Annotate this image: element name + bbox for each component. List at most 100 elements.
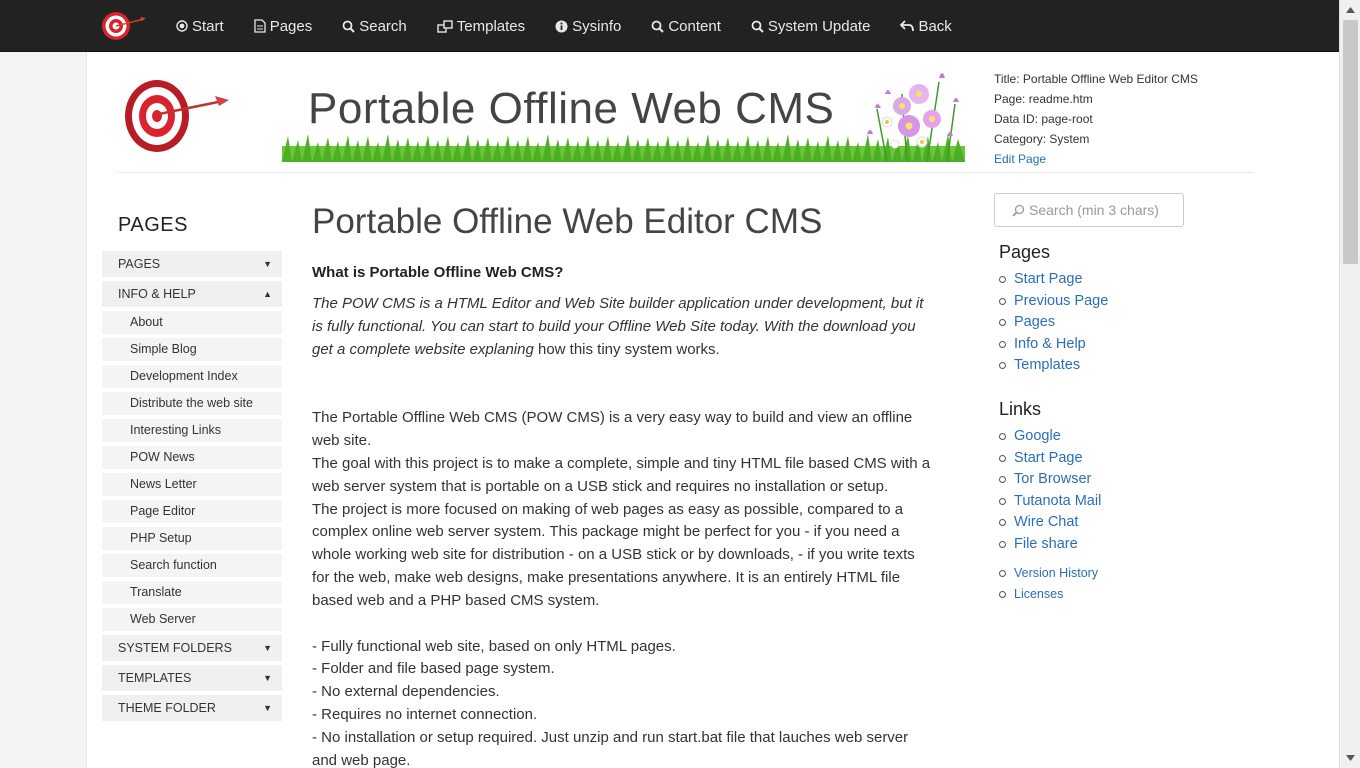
intro-paragraph: The POW CMS is a HTML Editor and Web Sit… (312, 293, 932, 361)
templates-icon (437, 19, 453, 33)
nav-templates[interactable]: Templates (437, 18, 525, 35)
link-tutanota-mail[interactable]: Tutanota Mail (999, 491, 1101, 513)
link-wire-chat[interactable]: Wire Chat (999, 512, 1101, 534)
menu-group-theme-folder[interactable]: THEME FOLDER ▼ (102, 695, 282, 721)
top-navbar: Start Pages Search Templates Sysinfo Con… (0, 0, 1339, 52)
menu-item-page-editor[interactable]: Page Editor (102, 500, 282, 523)
link-licenses[interactable]: Licenses (999, 584, 1098, 605)
nav-start[interactable]: Start (176, 18, 224, 35)
right-links-title: Links (999, 399, 1042, 419)
link-previous-page[interactable]: Previous Page (999, 291, 1108, 313)
menu-item-interesting-links[interactable]: Interesting Links (102, 419, 282, 442)
header-banner: Portable Offline Web CMS (282, 62, 965, 162)
sidebar-title: PAGES (118, 214, 188, 236)
right-pages-title: Pages (999, 242, 1051, 262)
menu-item-translate[interactable]: Translate (102, 581, 282, 604)
search-icon (751, 20, 764, 33)
menu-item-search-function[interactable]: Search function (102, 554, 282, 577)
page-meta: Title: Portable Offline Web Editor CMS P… (994, 69, 1198, 169)
menu-group-info-help[interactable]: INFO & HELP ▲ (102, 281, 282, 307)
nav-content[interactable]: Content (651, 18, 721, 35)
meta-category: Category: System (994, 132, 1090, 146)
nav-templates-label: Templates (456, 17, 526, 35)
scrollbar-thumb[interactable] (1343, 20, 1358, 264)
link-templates[interactable]: Templates (999, 355, 1108, 377)
link-pages[interactable]: Pages (999, 312, 1108, 334)
right-pages-list: Start Page Previous Page Pages Info & He… (999, 269, 1108, 377)
edit-page-link[interactable]: Edit Page (994, 149, 1198, 169)
right-extra-block: Version History Licenses (999, 563, 1098, 605)
nav-pages-label: Pages (269, 17, 313, 35)
menu-item-development-index[interactable]: Development Index (102, 365, 282, 388)
menu-item-simple-blog[interactable]: Simple Blog (102, 338, 282, 361)
menu-group-label: TEMPLATES (118, 671, 192, 685)
header-divider (117, 172, 1254, 173)
nav-system-update-label: System Update (767, 17, 871, 35)
menu-group-pages[interactable]: PAGES ▼ (102, 251, 282, 277)
link-start-page[interactable]: Start Page (999, 448, 1101, 470)
right-pages-block: Pages Start Page Previous Page Pages Inf… (999, 242, 1108, 377)
link-version-history[interactable]: Version History (999, 563, 1098, 584)
caret-down-icon: ▼ (263, 673, 272, 683)
link-google[interactable]: Google (999, 426, 1101, 448)
nav-system-update[interactable]: System Update (751, 17, 871, 35)
feature-item: - Fully functional web site, based on on… (312, 637, 676, 655)
menu-group-label: PAGES (118, 257, 161, 271)
nav-back[interactable]: Back (900, 17, 952, 35)
link-start-page[interactable]: Start Page (999, 269, 1108, 291)
menu-item-php-setup[interactable]: PHP Setup (102, 527, 282, 550)
menu-item-news-letter[interactable]: News Letter (102, 473, 282, 496)
target-logo-icon[interactable] (123, 76, 233, 156)
scroll-up-icon[interactable] (1342, 2, 1358, 18)
right-extra-list: Version History Licenses (999, 563, 1098, 605)
right-links-list: Google Start Page Tor Browser Tutanota M… (999, 426, 1101, 555)
file-icon (254, 19, 266, 33)
menu-group-label: INFO & HELP (118, 287, 196, 301)
vertical-scrollbar[interactable] (1339, 0, 1360, 768)
nav-sysinfo-label: Sysinfo (572, 17, 622, 35)
link-file-share[interactable]: File share (999, 534, 1101, 556)
link-info-help[interactable]: Info & Help (999, 334, 1108, 356)
banner-title: Portable Offline Web CMS (308, 84, 835, 133)
section-heading: What is Portable Offline Web CMS? (312, 264, 564, 281)
menu-item-pow-news[interactable]: POW News (102, 446, 282, 469)
meta-data-id: Data ID: page-root (994, 112, 1093, 126)
search-icon (342, 20, 355, 33)
paragraph-3: The project is more focused on making of… (312, 500, 915, 609)
search-icon (1012, 204, 1025, 217)
intro-rest: how this tiny system works. (533, 340, 720, 358)
menu-group-templates[interactable]: TEMPLATES ▼ (102, 665, 282, 691)
sidebar-menu: PAGES ▼ INFO & HELP ▲ About Simple Blog … (102, 251, 282, 725)
search-icon (651, 20, 665, 33)
page-title: Portable Offline Web Editor CMS (312, 202, 823, 241)
nav-sysinfo[interactable]: Sysinfo (555, 18, 621, 35)
menu-item-distribute[interactable]: Distribute the web site (102, 392, 282, 415)
link-tor-browser[interactable]: Tor Browser (999, 469, 1101, 491)
feature-item: - No external dependencies. (312, 683, 500, 701)
feature-item: - Requires no internet connection. (312, 705, 538, 723)
caret-down-icon: ▼ (263, 259, 272, 269)
caret-up-icon: ▲ (263, 289, 272, 299)
menu-group-label: THEME FOLDER (118, 701, 216, 715)
caret-down-icon: ▼ (263, 703, 272, 713)
page-container: Portable Offline Web CMS Title: Portable… (86, 52, 1339, 768)
target-logo-icon[interactable] (100, 9, 148, 43)
main-content: Portable Offline Web Editor CMS What is … (312, 202, 932, 768)
nav-pages[interactable]: Pages (254, 17, 313, 35)
nav-back-label: Back (918, 17, 952, 35)
feature-item: - Folder and file based page system. (312, 660, 555, 678)
nav-content-label: Content (668, 17, 721, 35)
nav-search-label: Search (359, 17, 407, 35)
nav-start-label: Start (192, 17, 224, 35)
flowers-decoration (867, 73, 959, 162)
nav-search[interactable]: Search (342, 18, 407, 35)
paragraph-2: The goal with this project is to make a … (312, 454, 931, 495)
menu-item-web-server[interactable]: Web Server (102, 608, 282, 631)
menu-item-about[interactable]: About (102, 311, 282, 334)
radio-icon (176, 20, 188, 32)
info-icon (555, 20, 568, 32)
menu-group-system-folders[interactable]: SYSTEM FOLDERS ▼ (102, 635, 282, 661)
scroll-down-icon[interactable] (1342, 750, 1358, 766)
meta-title: Title: Portable Offline Web Editor CMS (994, 72, 1198, 86)
menu-group-label: SYSTEM FOLDERS (118, 641, 232, 655)
